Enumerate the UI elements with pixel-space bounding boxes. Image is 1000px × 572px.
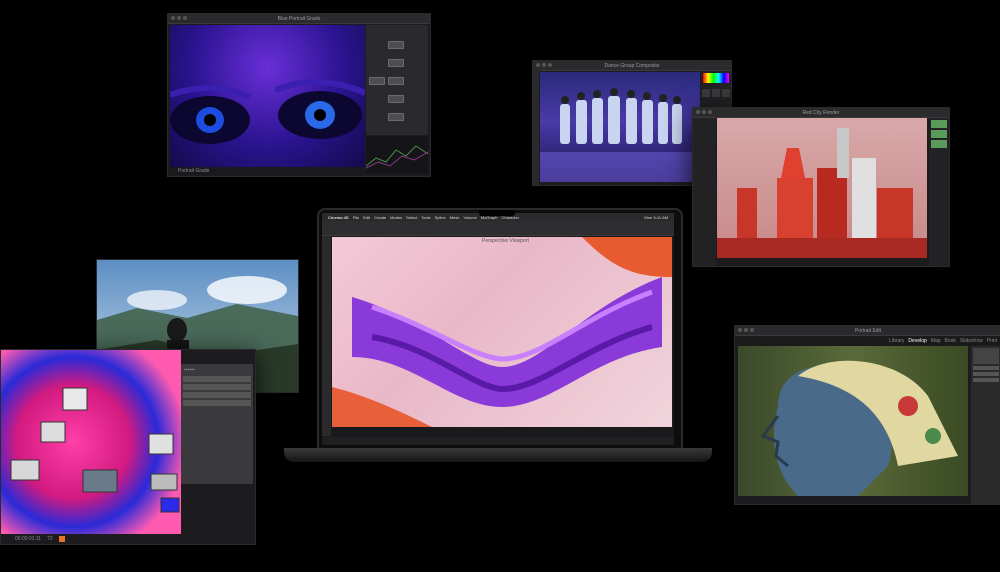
blender-window: Red City Render: [692, 107, 950, 267]
macbook-screen: Cinema 4D File Edit Create Modes Select …: [322, 213, 674, 445]
dancers-image: [540, 88, 700, 182]
davinci-clip-label: Portrait Grade: [178, 168, 210, 174]
davinci-viewer: [168, 25, 367, 167]
blender-properties[interactable]: [929, 118, 949, 266]
menu-clock: Mon 9:41 AM: [644, 214, 668, 220]
c4d-left-tools[interactable]: [322, 236, 331, 436]
td-play-button[interactable]: [58, 536, 65, 542]
module-book[interactable]: Book: [945, 338, 956, 344]
td-frame: 72: [47, 536, 53, 542]
lightroom-title-bar: Portrait Edit: [735, 326, 1000, 336]
blender-viewport[interactable]: [717, 118, 927, 258]
module-map[interactable]: Map: [931, 338, 941, 344]
touchdesigner-window: ▪▪▪▪▪▪ 00:00:01:11 72: [0, 349, 256, 545]
red-city-image: [717, 128, 927, 258]
node[interactable]: [369, 77, 385, 85]
c4d-viewport[interactable]: Perspective Viewport: [332, 237, 672, 427]
blender-title-bar: Red City Render: [693, 108, 949, 118]
lightroom-window: Portrait Edit Library Develop Map Book S…: [734, 325, 1000, 505]
menu-item[interactable]: Cinema 4D: [328, 215, 349, 220]
purple-twist-render: [332, 237, 672, 427]
node[interactable]: [388, 41, 404, 49]
c4d-toolbar[interactable]: [322, 221, 674, 236]
module-library[interactable]: Library: [889, 338, 904, 344]
photoshop-title-bar: Dance Group Composite: [533, 61, 731, 71]
menu-item[interactable]: Mesh: [450, 215, 460, 220]
menu-item[interactable]: Spline: [435, 215, 446, 220]
menu-item[interactable]: Volume: [463, 215, 476, 220]
node[interactable]: [388, 113, 404, 121]
blender-outliner[interactable]: [693, 118, 716, 266]
photoshop-toolbar[interactable]: [533, 70, 539, 185]
macbook-notch: [479, 210, 515, 216]
node[interactable]: [388, 59, 404, 67]
blender-title: Red City Render: [802, 109, 840, 116]
menu-item[interactable]: Edit: [363, 215, 370, 220]
td-parameters[interactable]: ▪▪▪▪▪▪: [181, 364, 253, 484]
td-timecode: 00:00:01:11: [15, 536, 42, 542]
photoshop-title: Dance Group Composite: [604, 62, 660, 69]
lightroom-module-bar: Library Develop Map Book Slideshow Print: [735, 336, 1000, 346]
td-nodes: [10, 387, 180, 513]
macbook-base: [284, 448, 712, 462]
macbook: Cinema 4D File Edit Create Modes Select …: [317, 208, 683, 455]
lightroom-photo: [738, 346, 968, 496]
davinci-title-bar: Blue Portrait Grade: [168, 14, 430, 24]
module-slideshow[interactable]: Slideshow: [960, 338, 983, 344]
menu-item[interactable]: Select: [406, 215, 417, 220]
eyes-image: [168, 79, 367, 144]
module-develop[interactable]: Develop: [908, 338, 926, 344]
td-timeline[interactable]: 00:00:01:11 72: [1, 534, 255, 544]
node[interactable]: [388, 95, 404, 103]
c4d-statusbar: [322, 437, 674, 445]
viewport-title: Perspective Viewport: [482, 238, 529, 244]
module-print[interactable]: Print: [987, 338, 997, 344]
portrait-image: [760, 360, 958, 496]
menu-item[interactable]: File: [353, 215, 359, 220]
td-canvas: [1, 350, 181, 534]
lightroom-develop-panel[interactable]: [971, 346, 1000, 504]
davinci-transport: Portrait Grade: [170, 167, 365, 175]
menu-item[interactable]: Create: [374, 215, 386, 220]
node[interactable]: [388, 77, 404, 85]
lightroom-title: Portrait Edit: [854, 327, 882, 334]
davinci-title: Blue Portrait Grade: [277, 15, 321, 22]
davinci-scopes: [365, 136, 429, 174]
davinci-node-graph[interactable]: [366, 25, 428, 135]
davinci-window: Blue Portrait Grade Portrait Grade: [167, 13, 431, 177]
menu-item[interactable]: Modes: [390, 215, 402, 220]
photoshop-canvas: [540, 72, 700, 182]
menu-item[interactable]: Tools: [421, 215, 430, 220]
